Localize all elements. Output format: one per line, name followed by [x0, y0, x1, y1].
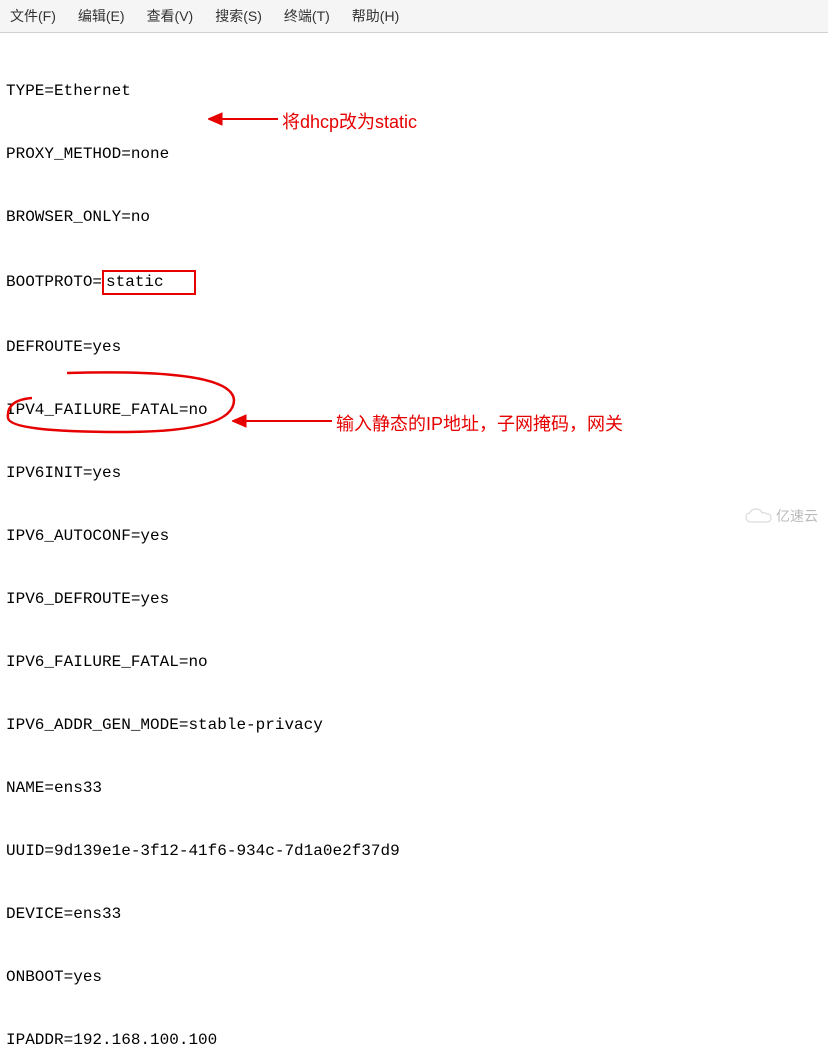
arrow-ip-icon [232, 412, 332, 430]
menu-view[interactable]: 查看(V) [147, 6, 194, 26]
watermark: 亿速云 [744, 506, 818, 526]
menubar: 文件(F) 编辑(E) 查看(V) 搜索(S) 终端(T) 帮助(H) [0, 0, 828, 33]
menu-search[interactable]: 搜索(S) [215, 6, 262, 26]
line-ipv6init: IPV6INIT=yes [6, 463, 822, 484]
line-device: DEVICE=ens33 [6, 904, 822, 925]
line-name: NAME=ens33 [6, 778, 822, 799]
annotation-ip: 输入静态的IP地址，子网掩码，网关 [336, 410, 623, 436]
cloud-icon [744, 508, 772, 524]
line-uuid: UUID=9d139e1e-3f12-41f6-934c-7d1a0e2f37d… [6, 841, 822, 862]
line-ipaddr: IPADDR=192.168.100.100 [6, 1030, 822, 1051]
line-ipv6defroute: IPV6_DEFROUTE=yes [6, 589, 822, 610]
menu-terminal[interactable]: 终端(T) [284, 6, 330, 26]
line-browser: BROWSER_ONLY=no [6, 207, 822, 228]
editor-area[interactable]: TYPE=Ethernet PROXY_METHOD=none BROWSER_… [0, 33, 828, 1064]
line-proxy: PROXY_METHOD=none [6, 144, 822, 165]
bootproto-highlight-box: static [102, 270, 196, 295]
circle-ip-block-icon [2, 370, 242, 438]
line-type: TYPE=Ethernet [6, 81, 822, 102]
arrow-static-icon [208, 110, 278, 128]
menu-file[interactable]: 文件(F) [10, 6, 56, 26]
line-defroute: DEFROUTE=yes [6, 337, 822, 358]
annotation-static: 将dhcp改为static [282, 108, 417, 134]
line-ipv6addrgen: IPV6_ADDR_GEN_MODE=stable-privacy [6, 715, 822, 736]
line-bootproto: BOOTPROTO=static [6, 270, 822, 295]
menu-help[interactable]: 帮助(H) [352, 6, 399, 26]
line-ipv6fail: IPV6_FAILURE_FATAL=no [6, 652, 822, 673]
menu-edit[interactable]: 编辑(E) [78, 6, 125, 26]
line-onboot: ONBOOT=yes [6, 967, 822, 988]
watermark-text: 亿速云 [776, 506, 818, 526]
line-ipv6auto: IPV6_AUTOCONF=yes [6, 526, 822, 547]
